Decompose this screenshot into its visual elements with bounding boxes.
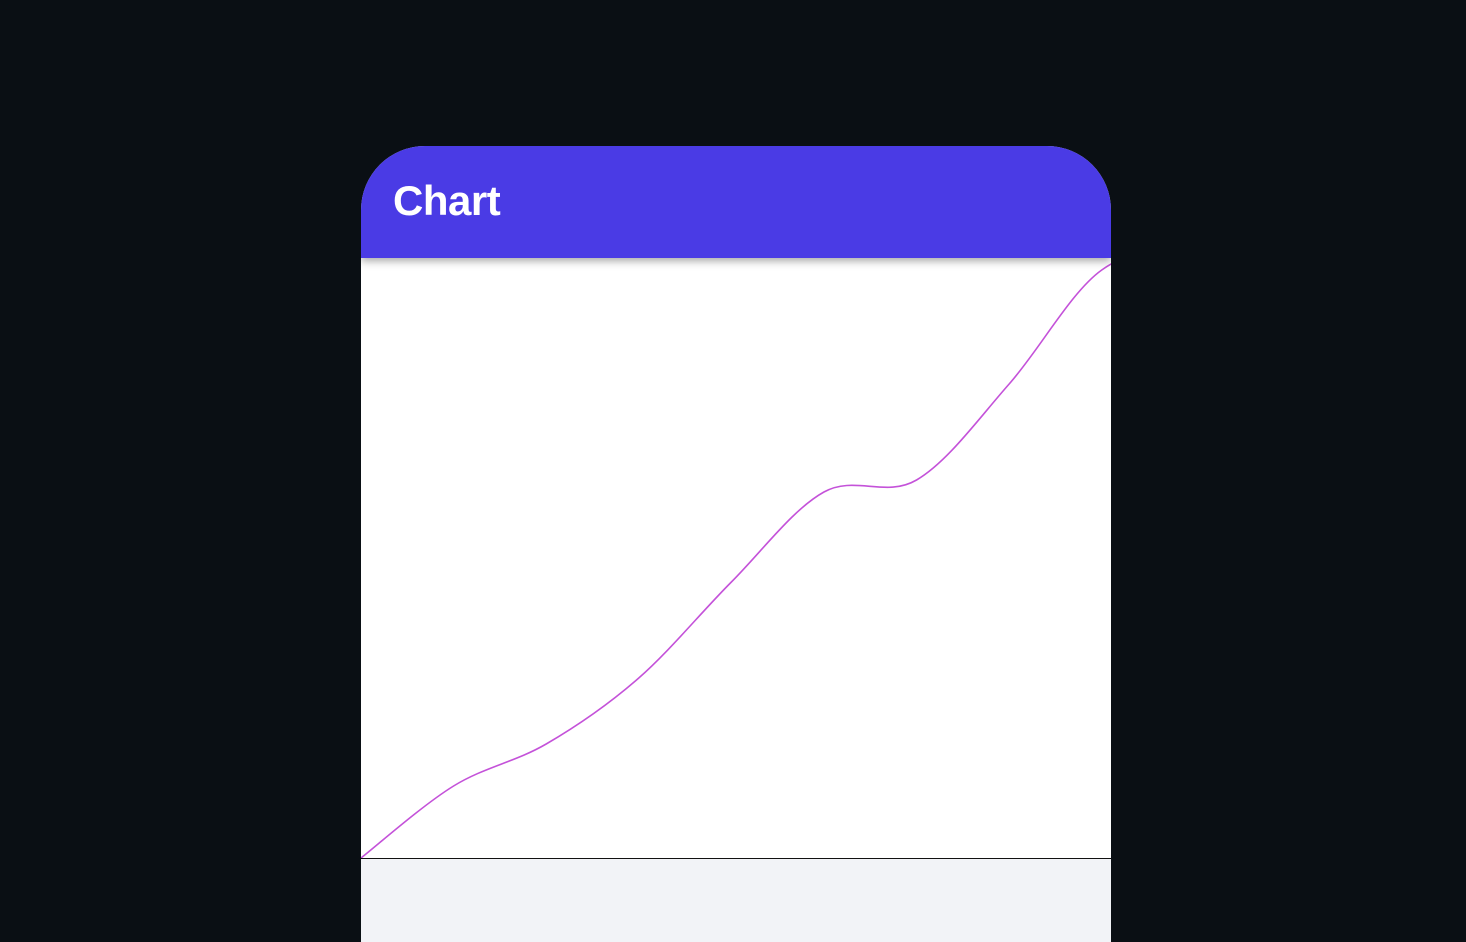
chart-baseline — [361, 858, 1111, 859]
line-chart — [361, 263, 1111, 858]
chart-series-line — [361, 263, 1111, 858]
app-bar: Chart — [361, 146, 1111, 258]
chart-area — [361, 258, 1111, 858]
page-title: Chart — [393, 177, 501, 224]
bottom-area — [361, 859, 1111, 942]
phone-frame: Chart — [361, 146, 1111, 942]
